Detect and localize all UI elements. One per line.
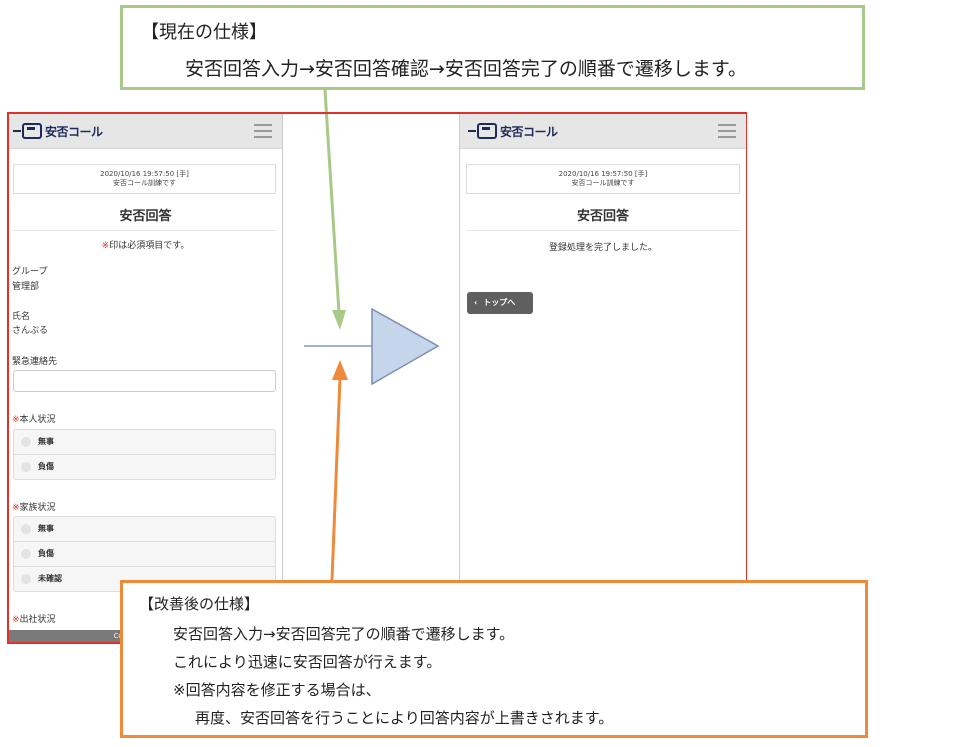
improved-spec-heading: 【改善後の仕様】	[139, 595, 260, 613]
complete-screen: 安否コール 2020/10/16 19:57:50 [手] 安否コール訓練です …	[459, 114, 746, 642]
improved-spec-line3: ※回答内容を修正する場合は、	[173, 681, 381, 699]
completion-message: 登録処理を完了しました。	[548, 243, 657, 253]
radio-icon	[21, 549, 31, 559]
self-status-label: ※本人状況	[12, 415, 56, 425]
improved-spec-line4: 再度、安否回答を行うことにより回答内容が上書きされます。	[195, 709, 614, 727]
notice-info-box: 2020/10/16 19:57:50 [手] 安否コール訓練です	[466, 164, 740, 194]
app-logo[interactable]: 安否コール	[468, 122, 558, 140]
improved-spec-line1: 安否回答入力→安否回答完了の順番で遷移します。	[173, 625, 515, 643]
radio-icon	[21, 462, 31, 472]
current-spec-callout: 【現在の仕様】 安否回答入力→安否回答確認→安否回答完了の順番で遷移します。	[120, 5, 865, 90]
radio-option[interactable]: 負傷	[14, 455, 275, 479]
radio-icon	[21, 437, 31, 447]
orange-arrow	[330, 360, 348, 581]
emergency-contact-input[interactable]	[13, 370, 276, 392]
radio-option[interactable]: 負傷	[14, 542, 275, 567]
radio-icon	[21, 524, 31, 534]
page-title: 安否回答	[119, 209, 172, 224]
radio-option[interactable]: 無事	[14, 430, 275, 455]
hamburger-menu-icon[interactable]	[254, 124, 272, 138]
phone-logo-icon	[477, 123, 497, 139]
family-status-label: ※家族状況	[12, 503, 56, 513]
contact-label: 緊急連絡先	[12, 357, 58, 367]
back-to-top-button[interactable]: ‹ トップへ	[467, 292, 533, 314]
radio-option[interactable]: 無事	[14, 517, 275, 542]
radio-icon	[21, 574, 31, 584]
required-note: ※印は必須項目です。	[101, 241, 190, 251]
work-status-label: ※出社状況	[12, 615, 56, 625]
flow-connector-line	[304, 345, 372, 347]
current-spec-body: 安否回答入力→安否回答確認→安否回答完了の順番で遷移します。	[185, 58, 747, 80]
app-logo[interactable]: 安否コール	[13, 122, 103, 140]
group-value: 管理部	[12, 282, 40, 292]
improved-spec-line2: これにより迅速に安否回答が行えます。	[173, 653, 442, 671]
flow-triangle-arrow	[371, 307, 440, 386]
name-label: 氏名	[12, 312, 31, 322]
app-header: 安否コール	[460, 114, 746, 149]
name-value: さんぷる	[12, 326, 49, 336]
page-title: 安否回答	[576, 209, 629, 224]
app-header: 安否コール	[9, 114, 282, 149]
input-screen: 安否コール 2020/10/16 19:57:50 [手] 安否コール訓練です …	[9, 114, 283, 642]
chevron-left-icon: ‹	[474, 298, 478, 307]
phone-logo-icon	[22, 123, 42, 139]
current-spec-heading: 【現在の仕様】	[141, 22, 267, 43]
divider	[13, 230, 276, 231]
group-label: グループ	[12, 267, 48, 277]
hamburger-menu-icon[interactable]	[718, 124, 736, 138]
divider	[466, 230, 740, 231]
notice-info-box: 2020/10/16 19:57:50 [手] 安否コール訓練です	[13, 164, 276, 194]
self-status-radio-group: 無事 負傷	[13, 429, 276, 480]
improved-spec-callout: 【改善後の仕様】 安否回答入力→安否回答完了の順番で遷移します。 これにより迅速…	[120, 580, 868, 738]
